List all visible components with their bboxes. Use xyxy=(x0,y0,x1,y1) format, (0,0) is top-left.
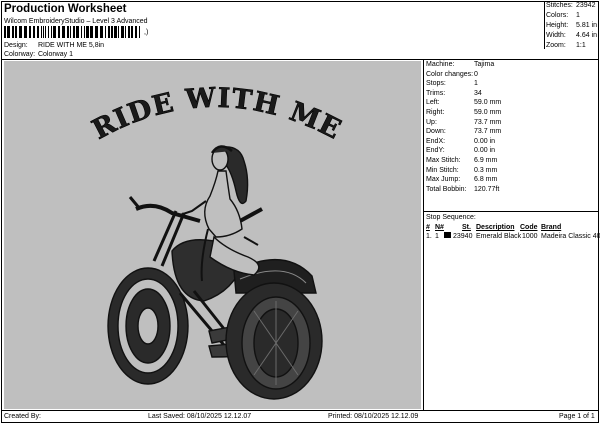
summary-label: Stitches: xyxy=(546,2,573,9)
summary-label: Height: xyxy=(546,22,569,29)
row-needle: 1 xyxy=(435,233,439,240)
parameter-value: 59.0 mm xyxy=(474,99,502,107)
col-code: Code xyxy=(520,224,538,231)
machine-parameters: Machine: Tajima Color changes:0 Stops: 1 Trim… xyxy=(426,60,596,194)
parameter-label: Up: xyxy=(426,118,437,126)
summary-value: 5.81 in xyxy=(576,22,598,29)
parameter-row: Max Jump: 6.8 mm xyxy=(426,175,596,185)
summary-row: Colors: 1 xyxy=(545,11,598,21)
row-brand: Madeira Classic 40 xyxy=(541,233,600,240)
created-by: Created By: xyxy=(4,413,41,420)
design-preview[interactable]: RIDE WITH ME xyxy=(4,61,421,409)
software-name: Wilcom EmbroideryStudio – Level 3 Advanc… xyxy=(4,18,148,25)
parameter-row: Color changes:0 xyxy=(426,70,596,80)
canvas-divider xyxy=(423,59,424,410)
summary-row: Zoom: 1:1 xyxy=(545,41,598,51)
summary-panel: Stitches: 23942 Colors: 1 Height: 5.81 in W… xyxy=(545,1,598,49)
colorway-value: Colorway 1 xyxy=(37,51,73,58)
summary-value: 4.64 in xyxy=(576,32,598,39)
parameter-row: Min Stitch: 0.3 mm xyxy=(426,166,596,176)
parameter-value: 0.3 mm xyxy=(474,166,498,174)
col-brand: Brand xyxy=(541,224,562,231)
parameter-label: Left: xyxy=(426,99,440,107)
row-description: Emerald Black xyxy=(476,233,522,240)
parameter-value: Tajima xyxy=(474,61,495,68)
parameter-value: 34 xyxy=(474,89,482,97)
row-num: 1. xyxy=(426,233,432,240)
motorcycle-figure xyxy=(107,145,323,400)
parameter-row: Right: 59.0 mm xyxy=(426,108,596,118)
summary-row: Width: 4.64 in xyxy=(545,31,598,41)
parameter-label: EndY: xyxy=(426,147,445,155)
summary-value: 1:1 xyxy=(576,42,586,49)
parameter-row: EndX: 0.00 in xyxy=(426,137,596,147)
parameter-value: 73.7 mm xyxy=(474,118,502,126)
parameter-row: Max Stitch: 6.9 mm xyxy=(426,156,596,166)
row-code: 1000 xyxy=(522,233,538,240)
parameter-value: 6.8 mm xyxy=(474,176,498,184)
design-label: Design: xyxy=(4,42,28,49)
parameter-label: Max Stitch: xyxy=(426,156,461,164)
parameter-label: Right: xyxy=(426,108,445,116)
page-number: Page 1 of 1 xyxy=(559,413,595,420)
parameter-row: Left: 59.0 mm xyxy=(426,98,596,108)
stop-sequence-title: Stop Sequence: xyxy=(426,214,476,221)
embroidery-design: RIDE WITH ME xyxy=(87,82,346,400)
parameter-label: Min Stitch: xyxy=(426,166,459,174)
parameter-label: Trims: xyxy=(426,89,446,97)
parameter-value: 120.77ft xyxy=(474,185,500,193)
last-saved: Last Saved: 08/10/2025 12.12.07 xyxy=(148,413,252,420)
parameter-value: 6.9 mm xyxy=(474,156,498,164)
parameter-value: 0.00 in xyxy=(474,147,496,155)
parameter-label: EndX: xyxy=(426,137,446,145)
parameter-label: Max Jump: xyxy=(426,176,461,184)
colorway-label: Colorway: xyxy=(4,51,36,58)
summary-value: 23942 xyxy=(576,2,596,9)
worksheet-title: Production Worksheet xyxy=(4,3,127,15)
parameter-label: Color changes: xyxy=(426,70,474,78)
design-value: RIDE WITH ME 5,8in xyxy=(37,42,105,49)
parameter-value: 73.7 mm xyxy=(474,128,502,136)
parameter-value: 0 xyxy=(474,70,478,78)
parameter-value: 0.00 in xyxy=(474,137,496,145)
parameter-label: Stops: xyxy=(426,80,446,88)
footer-divider xyxy=(1,410,599,411)
barcode-row: ,) xyxy=(4,26,154,39)
parameter-row: EndY: 0.00 in xyxy=(426,146,596,156)
parameter-label: Machine: xyxy=(426,61,455,68)
col-num: # xyxy=(426,224,430,231)
summary-row: Stitches: 23942 xyxy=(545,1,598,11)
barcode-mark: ,) xyxy=(144,29,149,36)
parameter-row: Trims: 34 xyxy=(426,89,596,99)
color-swatch xyxy=(444,232,451,238)
summary-row: Height: 5.81 in xyxy=(545,21,598,31)
parameter-value: 59.0 mm xyxy=(474,108,502,116)
worksheet-header: Production Worksheet Wilcom EmbroiderySt… xyxy=(4,3,414,26)
printed-date: Printed: 08/10/2025 12.12.09 xyxy=(328,413,419,420)
col-needle: N# xyxy=(435,224,444,231)
parameter-row: Stops: 1 xyxy=(426,79,596,89)
parameter-row: Up: 73.7 mm xyxy=(426,118,596,128)
parameter-value: 1 xyxy=(474,80,478,88)
colorway-line: Colorway: Colorway 1 xyxy=(4,50,73,59)
parameter-row: Machine: Tajima xyxy=(426,60,596,70)
stop-divider xyxy=(424,211,599,212)
summary-label: Zoom: xyxy=(546,42,566,49)
design-name-line: Design: RIDE WITH ME 5,8in xyxy=(4,41,104,50)
col-stitches: St. xyxy=(462,224,471,231)
row-stitches: 23940 xyxy=(453,233,473,240)
parameter-label: Total Bobbin: xyxy=(426,185,467,193)
summary-value: 1 xyxy=(576,12,580,19)
parameter-label: Down: xyxy=(426,128,446,136)
parameter-row: Total Bobbin: 120.77ft xyxy=(426,185,596,195)
summary-label: Width: xyxy=(546,32,566,39)
design-lettering: RIDE WITH ME xyxy=(87,82,346,145)
barcode-icon xyxy=(4,26,140,38)
col-description: Description xyxy=(476,224,515,231)
parameter-row: Down: 73.7 mm xyxy=(426,127,596,137)
summary-label: Colors: xyxy=(546,12,569,19)
